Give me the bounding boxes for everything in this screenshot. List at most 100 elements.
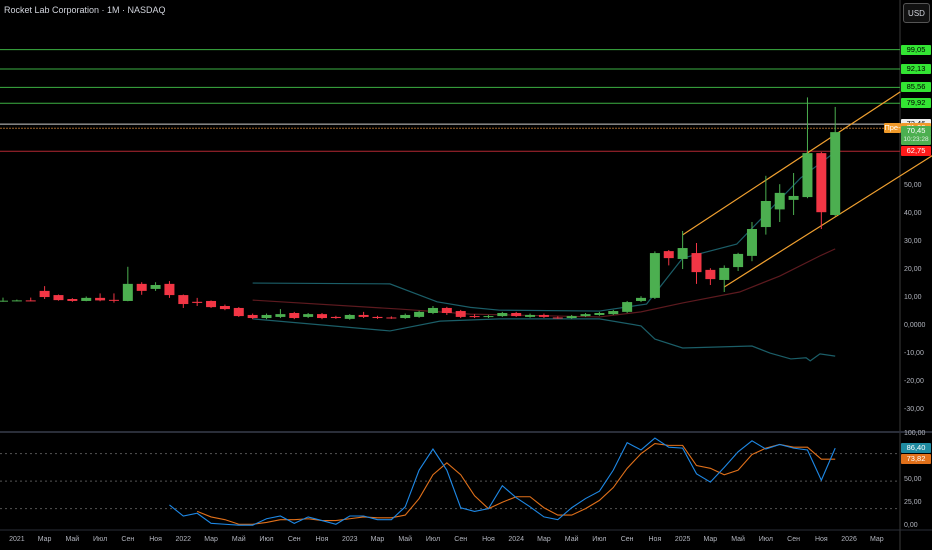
candle-body xyxy=(802,153,813,198)
candle-body xyxy=(538,314,549,317)
band-lower-line xyxy=(252,318,836,362)
candle-body xyxy=(649,253,660,298)
candle-body xyxy=(164,283,175,296)
time-axis-label: Мар xyxy=(37,536,52,543)
candle-body xyxy=(788,195,799,200)
candle-body xyxy=(455,311,466,317)
candle-body xyxy=(261,314,272,319)
time-axis-label: 2022 xyxy=(175,536,192,543)
candle-body xyxy=(192,301,203,303)
price-tick-label: 0,0000 xyxy=(904,322,926,329)
time-axis-label: Ноя xyxy=(149,536,162,543)
time-axis-label: Май xyxy=(564,536,579,543)
candle-body xyxy=(594,313,605,315)
time-axis-label: Сен xyxy=(454,536,468,543)
candle-body xyxy=(497,313,508,317)
time-axis-label: Мар xyxy=(537,536,551,543)
candle-body xyxy=(67,299,78,301)
candle-body xyxy=(483,316,494,318)
price-level-tag: 99,05 xyxy=(901,44,931,55)
candle-body xyxy=(622,302,633,312)
currency-button[interactable]: USD xyxy=(903,3,930,23)
candle-body xyxy=(178,295,189,305)
price-chart[interactable] xyxy=(0,0,932,550)
candle-body xyxy=(760,201,771,228)
time-axis-label: Сен xyxy=(787,536,800,543)
candle-body xyxy=(0,300,8,302)
oscillator-tick-label: 100,00 xyxy=(904,430,926,438)
time-axis-label: Май xyxy=(231,536,246,543)
oscillator-tick-label: 25,00 xyxy=(904,499,922,507)
time-axis-label: Сен xyxy=(287,536,301,543)
price-level-tag: 85,56 xyxy=(901,82,931,93)
price-tick-label: 40,00 xyxy=(904,210,922,217)
price-tick-label: 30,00 xyxy=(904,238,922,245)
candle-body xyxy=(136,283,147,291)
candle-body xyxy=(53,295,64,301)
candle-body xyxy=(733,253,744,268)
price-tick-label: 10,00 xyxy=(904,294,922,301)
candle-body xyxy=(414,311,425,317)
time-axis-label: Сен xyxy=(121,536,135,543)
candle-body xyxy=(39,290,50,298)
band-basis-line xyxy=(252,248,836,318)
price-tick-label: 20,00 xyxy=(904,266,922,273)
price-tick-label: -10,00 xyxy=(904,350,924,357)
time-axis-label: Ноя xyxy=(814,536,828,543)
candle-body xyxy=(511,313,522,317)
symbol-title: Rocket Lab Corporation · 1M · NASDAQ xyxy=(4,5,166,15)
candle-body xyxy=(25,300,36,302)
candle-body xyxy=(317,314,328,319)
candle-body xyxy=(206,300,217,308)
candle-body xyxy=(663,251,674,259)
price-tick-label: -20,00 xyxy=(904,378,924,385)
channel-upper-line xyxy=(682,91,901,236)
candle-body xyxy=(705,269,716,280)
price-level-tag: 92,13 xyxy=(901,64,931,75)
time-axis-label: Мар xyxy=(370,536,385,543)
price-tick-label: 50,00 xyxy=(904,182,922,189)
time-axis-label: Ноя xyxy=(482,536,495,543)
candle-body xyxy=(11,300,22,302)
bar-countdown-tag: 10:23:28 xyxy=(901,134,931,145)
oscillator-k-tag: 86,40 xyxy=(901,442,931,453)
candle-body xyxy=(81,297,92,301)
time-axis-label: Май xyxy=(65,536,80,543)
time-axis-label: Мар xyxy=(869,536,884,543)
candle-body xyxy=(830,132,841,215)
candle-body xyxy=(289,313,300,319)
time-axis-label: Июл xyxy=(259,536,274,543)
candle-body xyxy=(372,316,383,319)
candle-body xyxy=(275,314,286,317)
time-axis-label: Июл xyxy=(92,536,108,543)
candle-body xyxy=(719,267,730,280)
candle-body xyxy=(774,192,785,210)
candle-body xyxy=(386,317,397,319)
time-axis-label: 2024 xyxy=(508,536,524,543)
candle-body xyxy=(108,299,119,301)
candle-body xyxy=(233,307,244,317)
candle-body xyxy=(566,316,577,319)
time-axis-label: Июл xyxy=(592,536,607,543)
candle-body xyxy=(122,283,133,301)
price-tick-label: -30,00 xyxy=(904,406,924,413)
price-level-tag: 79,92 xyxy=(901,98,931,109)
candle-body xyxy=(427,307,438,313)
oscillator-d-line xyxy=(196,442,836,525)
time-axis-label: Мар xyxy=(204,536,218,543)
time-axis-label: 2025 xyxy=(674,536,691,543)
candle-body xyxy=(358,314,369,317)
candle-body xyxy=(219,306,230,310)
time-axis-label: Июл xyxy=(758,536,773,543)
candle-body xyxy=(816,153,827,213)
candle-body xyxy=(95,297,106,301)
time-axis-label: Май xyxy=(731,536,745,543)
candle-body xyxy=(469,316,480,318)
price-level-tag: 62,75 xyxy=(901,146,931,157)
candle-body xyxy=(400,314,411,319)
candle-body xyxy=(608,311,619,315)
oscillator-d-tag: 73,82 xyxy=(901,454,931,465)
time-axis-label: Ноя xyxy=(648,536,662,543)
candle-body xyxy=(330,316,341,319)
oscillator-tick-label: 0,00 xyxy=(904,522,918,529)
